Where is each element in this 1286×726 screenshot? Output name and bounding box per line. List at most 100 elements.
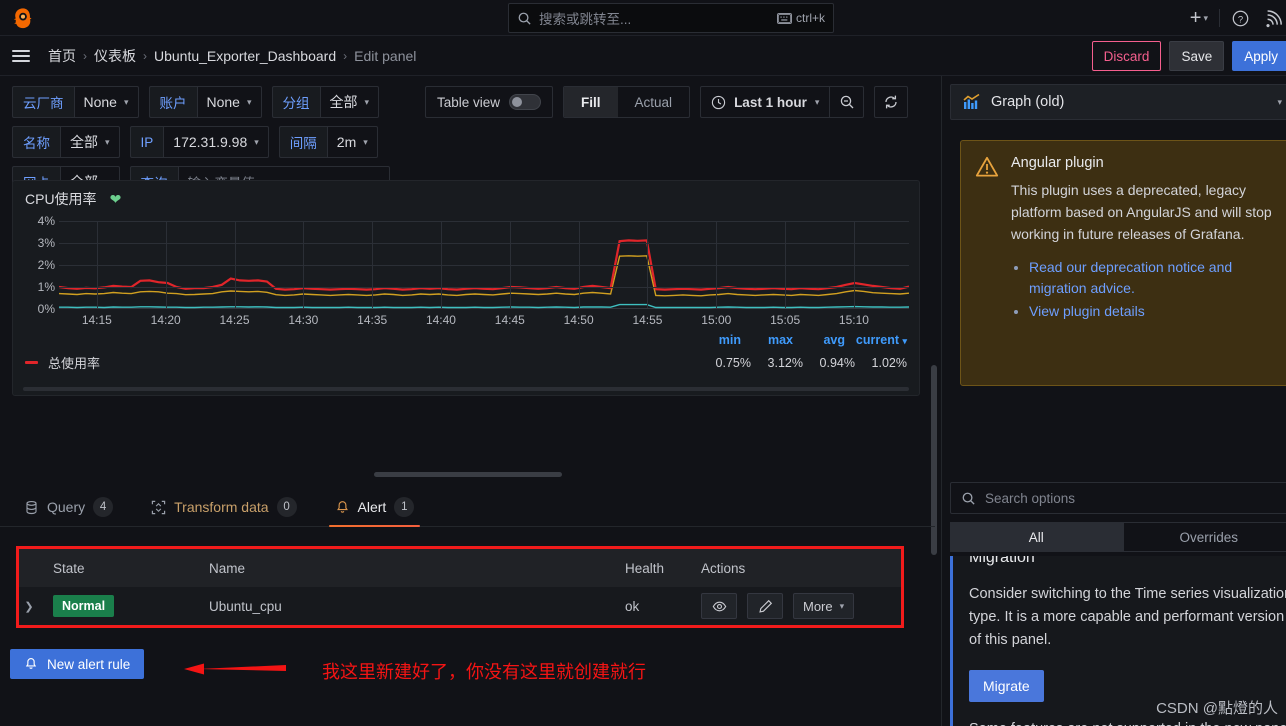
variable-select[interactable]: 全部 ▾ bbox=[319, 86, 380, 118]
time-range-label: Last 1 hour bbox=[734, 94, 807, 110]
variable-interval[interactable]: 间隔 2m ▾ bbox=[278, 126, 378, 158]
edit-alert-button[interactable] bbox=[747, 593, 783, 619]
chevron-down-icon[interactable]: ▾ bbox=[1277, 97, 1282, 108]
x-axis-tick: 15:05 bbox=[770, 313, 801, 327]
add-new-button[interactable]: + ▾ bbox=[1183, 8, 1215, 28]
legend-stat-header[interactable]: avg bbox=[793, 333, 845, 347]
apply-button[interactable]: Apply bbox=[1232, 41, 1286, 71]
x-axis: 14:15 14:20 14:25 14:30 14:35 14:40 14:45 14:50… bbox=[59, 313, 909, 329]
chart-legend: min max avg current ▾ 总使用率 0.75% 3.12% 0.94… bbox=[25, 333, 907, 372]
chevron-down-icon: ▾ bbox=[363, 136, 368, 147]
migration-text: Consider switching to the Time series vi… bbox=[969, 586, 1286, 648]
discard-button[interactable]: Discard bbox=[1091, 41, 1162, 71]
x-axis-tick: 14:50 bbox=[563, 313, 594, 327]
tab-label: Alert bbox=[357, 499, 387, 515]
tab-query[interactable]: Query 4 bbox=[18, 497, 119, 526]
view-alert-button[interactable] bbox=[701, 593, 737, 619]
help-button[interactable]: ? bbox=[1224, 9, 1257, 28]
table-view-toggle[interactable]: Table view bbox=[425, 86, 554, 118]
tab-overrides[interactable]: Overrides bbox=[1122, 522, 1286, 552]
angular-plugin-warning: Angular plugin This plugin uses a deprec… bbox=[960, 140, 1286, 386]
chart-grid bbox=[59, 221, 909, 309]
variable-select[interactable]: 2m ▾ bbox=[326, 126, 378, 158]
variable-select[interactable]: None ▾ bbox=[73, 86, 139, 118]
plugin-details-link[interactable]: View plugin details bbox=[1029, 303, 1145, 319]
refresh-button[interactable] bbox=[874, 86, 909, 118]
health-column-header: Health bbox=[625, 560, 665, 576]
zoom-out-icon bbox=[840, 95, 854, 109]
legend-min-value: 0.75% bbox=[715, 355, 751, 370]
gridline-vertical bbox=[785, 221, 787, 308]
fill-option[interactable]: Fill bbox=[564, 87, 618, 117]
migration-footnote: Some features are not supported in the n… bbox=[969, 718, 1286, 726]
migrate-button[interactable]: Migrate bbox=[969, 670, 1044, 702]
panel-options-pane: Graph (old) ▾ Angular plugin This plugin… bbox=[941, 76, 1286, 726]
time-range-picker[interactable]: Last 1 hour ▾ bbox=[701, 87, 829, 117]
chevron-down-icon: ▾ bbox=[246, 96, 252, 107]
news-button[interactable] bbox=[1257, 8, 1286, 28]
expand-row-chevron-icon[interactable]: ❯ bbox=[19, 600, 39, 613]
variable-label: IP bbox=[129, 126, 164, 158]
table-header-row: State Name Health Actions bbox=[19, 549, 901, 587]
legend-color-key[interactable] bbox=[25, 361, 38, 364]
visualization-name: Graph (old) bbox=[991, 94, 1065, 110]
variable-account[interactable]: 账户 None ▾ bbox=[148, 86, 262, 118]
alert-health-cell: ok bbox=[625, 598, 640, 614]
table-view-switch[interactable] bbox=[509, 94, 542, 110]
variable-select[interactable]: None ▾ bbox=[196, 86, 262, 118]
breadcrumb-separator: › bbox=[143, 48, 147, 63]
grafana-logo-icon[interactable] bbox=[12, 7, 34, 29]
legend-row[interactable]: 总使用率 0.75% 3.12% 0.94% 1.02% bbox=[25, 353, 907, 372]
zoom-out-button[interactable] bbox=[829, 87, 863, 117]
plus-icon: + bbox=[1189, 7, 1202, 29]
variable-group[interactable]: 分组 全部 ▾ bbox=[271, 86, 380, 118]
panel-title[interactable]: CPU使用率 bbox=[25, 189, 97, 209]
legend-stat-headers: min max avg current ▾ bbox=[25, 333, 907, 347]
gridline-vertical bbox=[372, 221, 374, 308]
search-options-input[interactable]: Search options bbox=[950, 482, 1286, 514]
save-button[interactable]: Save bbox=[1169, 41, 1225, 71]
bell-icon bbox=[25, 658, 37, 669]
x-axis-tick: 14:30 bbox=[288, 313, 319, 327]
legend-stat-header[interactable]: min bbox=[689, 333, 741, 347]
tab-count-badge: 0 bbox=[276, 497, 297, 517]
deprecation-notice-link[interactable]: Read our deprecation notice and migratio… bbox=[1029, 259, 1232, 296]
variable-cloud-vendor[interactable]: 云厂商 None ▾ bbox=[12, 86, 139, 118]
legend-current-value: 1.02% bbox=[871, 355, 907, 370]
variable-row-2: 名称 全部 ▾ IP 172.31.9.98 ▾ 间隔 2m ▾ bbox=[12, 126, 923, 158]
list-item: View plugin details bbox=[1029, 301, 1286, 322]
tab-transform-data[interactable]: Transform data 0 bbox=[145, 497, 302, 526]
chevron-down-icon: ▾ bbox=[364, 96, 370, 107]
alert-name-cell[interactable]: Ubuntu_cpu bbox=[209, 599, 625, 614]
legend-stat-header[interactable]: max bbox=[741, 333, 793, 347]
angular-warning-text: This plugin uses a deprecated, legacy pl… bbox=[1011, 182, 1272, 242]
alert-actions-cell: More ▾ bbox=[701, 593, 901, 619]
tab-all-options[interactable]: All bbox=[950, 522, 1123, 552]
variable-label: 间隔 bbox=[278, 126, 327, 158]
panel-bottom-scrollbar[interactable] bbox=[13, 386, 919, 391]
table-row[interactable]: ❯ Normal Ubuntu_cpu ok More ▾ bbox=[19, 587, 901, 625]
variable-select[interactable]: 172.31.9.98 ▾ bbox=[163, 126, 269, 158]
more-label: More bbox=[803, 598, 833, 614]
tab-alert[interactable]: Alert 1 bbox=[328, 497, 421, 527]
x-axis-tick: 15:00 bbox=[701, 313, 732, 327]
breadcrumb-item-home[interactable]: 首页 bbox=[48, 46, 76, 66]
variable-name[interactable]: 名称 全部 ▾ bbox=[12, 126, 120, 158]
legend-stat-header[interactable]: current ▾ bbox=[845, 333, 907, 347]
actual-option[interactable]: Actual bbox=[618, 87, 690, 117]
variable-select[interactable]: 全部 ▾ bbox=[60, 126, 120, 158]
annotation-text: 我这里新建好了，你没有这里就创建就行 bbox=[322, 662, 646, 682]
variable-ip[interactable]: IP 172.31.9.98 ▾ bbox=[129, 126, 269, 158]
state-column-header: State bbox=[53, 560, 85, 576]
visualization-picker[interactable]: Graph (old) ▾ bbox=[950, 84, 1286, 120]
variable-value: None bbox=[83, 94, 117, 110]
hamburger-menu-icon[interactable] bbox=[12, 49, 30, 62]
panel-resize-handle[interactable] bbox=[374, 472, 562, 477]
search-icon bbox=[962, 492, 975, 505]
graph-panel: CPU使用率 ❤ 0% 1% 2% 3% 4% 14:15 14:20 14:25 14:30… bbox=[12, 180, 920, 396]
new-alert-rule-button[interactable]: New alert rule bbox=[10, 649, 145, 679]
search-input[interactable]: 搜索或跳转至... ctrl+k bbox=[508, 3, 834, 33]
breadcrumb-item-dashboards[interactable]: 仪表板 bbox=[94, 46, 136, 66]
more-actions-button[interactable]: More ▾ bbox=[793, 593, 855, 619]
breadcrumb-item-dashboard-name[interactable]: Ubuntu_Exporter_Dashboard bbox=[154, 48, 336, 64]
